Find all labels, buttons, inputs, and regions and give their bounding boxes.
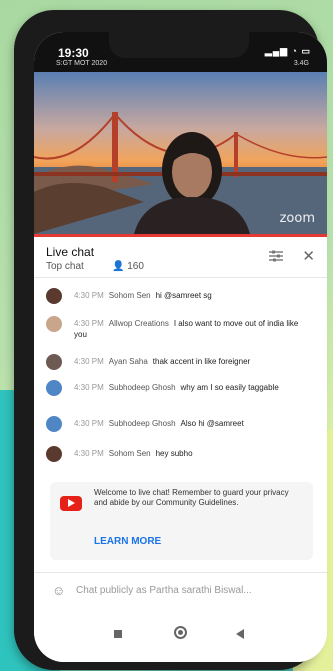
android-nav-bar bbox=[34, 608, 327, 662]
person-icon: 👤 bbox=[112, 261, 125, 272]
message-time: 4:30 PM bbox=[74, 357, 104, 366]
message-text: Also hi @samreet bbox=[180, 419, 244, 428]
status-sub-left: S:GT MOT 2020 bbox=[56, 60, 108, 67]
message-text: why am I so easily taggable bbox=[180, 383, 279, 392]
recent-apps-icon[interactable] bbox=[114, 630, 122, 638]
message-text: thak accent in like foreigner bbox=[152, 357, 251, 366]
signal-wifi-battery-icons: ▂▄▆ ◔ ▭ bbox=[264, 46, 311, 56]
chat-input-bar[interactable]: ☺ Chat publicly as Partha sarathi Biswal… bbox=[34, 572, 327, 609]
message-text: I also want to move out of india like yo… bbox=[74, 319, 299, 339]
message-time: 4:30 PM bbox=[74, 291, 104, 300]
message-time: 4:30 PM bbox=[74, 319, 104, 328]
viewer-count-value: 160 bbox=[127, 261, 144, 272]
message-author[interactable]: Sohom Sen bbox=[109, 449, 151, 458]
avatar[interactable] bbox=[46, 380, 62, 396]
zoom-watermark: zoom bbox=[279, 211, 315, 226]
message-time: 4:30 PM bbox=[74, 419, 104, 428]
message-time: 4:30 PM bbox=[74, 383, 104, 392]
home-icon[interactable] bbox=[174, 626, 187, 639]
avatar[interactable] bbox=[46, 288, 62, 304]
chat-input-placeholder[interactable]: Chat publicly as Partha sarathi Biswal..… bbox=[76, 585, 252, 596]
status-time: 19:30 bbox=[58, 46, 89, 60]
video-player[interactable]: zoom bbox=[34, 72, 327, 234]
avatar[interactable] bbox=[46, 446, 62, 462]
phone-notch bbox=[109, 32, 249, 58]
close-icon[interactable]: ✕ bbox=[302, 247, 315, 265]
top-chat-dropdown[interactable]: Top chat bbox=[46, 261, 84, 272]
message-time: 4:30 PM bbox=[74, 449, 104, 458]
message-author[interactable]: Sohom Sen bbox=[109, 291, 151, 300]
avatar[interactable] bbox=[46, 416, 62, 432]
welcome-text: Welcome to live chat! Remember to guard … bbox=[94, 488, 289, 507]
learn-more-button[interactable]: LEARN MORE bbox=[94, 536, 161, 547]
message-text: hi @samreet sg bbox=[155, 291, 212, 300]
welcome-card: Welcome to live chat! Remember to guard … bbox=[50, 482, 313, 560]
message-author[interactable]: Ayan Saha bbox=[109, 357, 148, 366]
phone-frame: 19:30 S:GT MOT 2020 ▂▄▆ ◔ ▭ 3.4G zoom Li… bbox=[14, 10, 327, 670]
emoji-money-icon[interactable]: ☺ bbox=[52, 583, 65, 598]
avatar[interactable] bbox=[46, 316, 62, 332]
message-text: hey subho bbox=[155, 449, 193, 458]
status-sub-right: 3.4G bbox=[293, 60, 309, 67]
message-author[interactable]: Subhodeep Ghosh bbox=[109, 419, 176, 428]
message-author[interactable]: Allwop Creations bbox=[109, 319, 169, 328]
chat-header: Live chat Top chat 👤 160 ✕ bbox=[34, 237, 327, 278]
filter-icon[interactable] bbox=[269, 249, 283, 267]
youtube-logo-icon bbox=[60, 496, 82, 511]
message-author[interactable]: Subhodeep Ghosh bbox=[109, 383, 176, 392]
chat-title: Live chat bbox=[46, 245, 95, 259]
video-frame-scene bbox=[34, 112, 327, 234]
phone-screen: 19:30 S:GT MOT 2020 ▂▄▆ ◔ ▭ 3.4G zoom Li… bbox=[34, 32, 327, 662]
back-icon[interactable] bbox=[236, 629, 244, 639]
viewer-count: 👤 160 bbox=[112, 261, 144, 272]
avatar[interactable] bbox=[46, 354, 62, 370]
